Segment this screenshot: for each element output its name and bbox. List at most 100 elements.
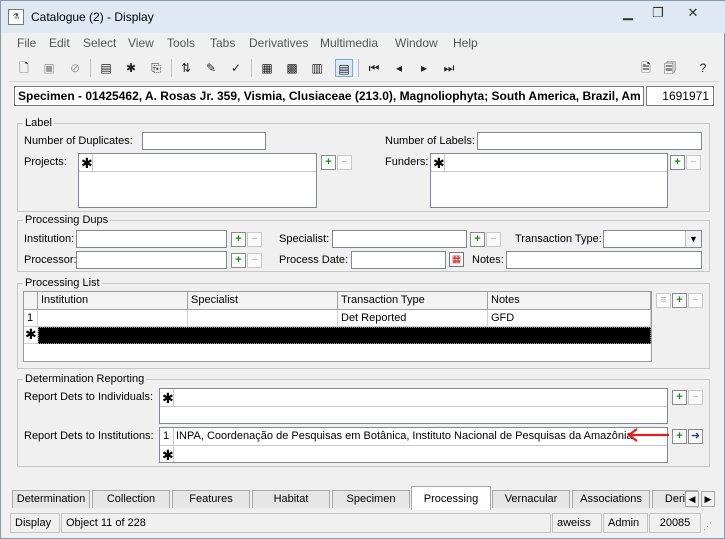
- calendar-icon[interactable]: ▦: [449, 252, 464, 267]
- processor-input[interactable]: [76, 251, 227, 269]
- resize-grip-icon[interactable]: ⋰: [703, 521, 715, 533]
- specialist-add-icon[interactable]: +: [470, 232, 485, 247]
- tab-collection[interactable]: Collection: [92, 490, 170, 508]
- sort-icon[interactable]: ⇅: [177, 59, 195, 77]
- funders-new-row-icon: ✱: [433, 155, 445, 171]
- institutions-new-row-icon: ✱: [162, 447, 174, 463]
- menu-derivatives[interactable]: Derivatives: [249, 36, 308, 50]
- menu-help[interactable]: Help: [453, 36, 478, 50]
- table-row-new-selected[interactable]: [38, 327, 651, 344]
- institutions-add-icon[interactable]: +: [672, 429, 687, 444]
- toolbar: 🗋 ▣ ⊘ ▤ ✱ ⎘ ⇅ ✎ ✓ ▦ ▩ ▥ ▤ ⏮ ◂ ▸ ⏭ 🗎 🗐 ?: [9, 54, 718, 82]
- tab-scroll-left-icon[interactable]: ◀: [685, 491, 699, 507]
- cancel-icon[interactable]: ⊘: [66, 59, 84, 77]
- column-header-specialist[interactable]: Specialist: [188, 292, 338, 310]
- tab-scroll-right-icon[interactable]: ▶: [701, 491, 715, 507]
- institution-remove-icon[interactable]: −: [247, 232, 262, 247]
- menu-tools[interactable]: Tools: [167, 36, 195, 50]
- list-filter-icon[interactable]: ≡: [656, 293, 671, 308]
- projects-label: Projects:: [24, 156, 67, 168]
- tab-associations[interactable]: Associations: [572, 490, 650, 508]
- copy-record-icon[interactable]: ⎘: [147, 59, 165, 77]
- minimize-icon[interactable]: ▁: [615, 5, 641, 23]
- specialist-input[interactable]: [332, 230, 467, 248]
- projects-add-icon[interactable]: +: [321, 155, 336, 170]
- red-arrow-annotation: [627, 428, 669, 442]
- funders-list[interactable]: [430, 153, 668, 208]
- funders-add-icon[interactable]: +: [670, 155, 685, 170]
- help-pointer-icon[interactable]: ?: [694, 59, 712, 77]
- funders-remove-icon[interactable]: −: [686, 155, 701, 170]
- tab-vernacular[interactable]: Vernacular: [492, 490, 570, 508]
- form-view-icon[interactable]: ▦: [258, 59, 276, 77]
- spellcheck-icon[interactable]: ✓: [227, 59, 245, 77]
- individuals-add-icon[interactable]: +: [672, 390, 687, 405]
- attach-icon[interactable]: 🗎: [637, 59, 655, 77]
- menu-window[interactable]: Window: [395, 36, 438, 50]
- tab-habitat[interactable]: Habitat: [252, 490, 330, 508]
- labels-count-input[interactable]: [477, 132, 702, 150]
- restore-icon[interactable]: ❐: [645, 5, 671, 23]
- duplicates-input[interactable]: [142, 132, 266, 150]
- institution-input[interactable]: [76, 230, 227, 248]
- record-icon[interactable]: ▤: [97, 59, 115, 77]
- menu-tabs[interactable]: Tabs: [210, 36, 235, 50]
- column-header-institution[interactable]: Institution: [38, 292, 188, 310]
- tab-determination[interactable]: Determination: [12, 490, 90, 508]
- next-record-icon[interactable]: ▸: [415, 59, 433, 77]
- table-cell-notes[interactable]: GFD: [488, 310, 651, 327]
- institutions-goto-icon[interactable]: ➜: [688, 429, 703, 444]
- individuals-remove-icon[interactable]: −: [688, 390, 703, 405]
- determination-reporting-legend: Determination Reporting: [23, 373, 147, 385]
- list-add-icon[interactable]: +: [672, 293, 687, 308]
- previous-record-icon[interactable]: ◂: [390, 59, 408, 77]
- transaction-type-select[interactable]: ▼: [603, 230, 702, 248]
- app-icon: ⚗: [8, 9, 24, 25]
- grid-view-icon[interactable]: ▩: [283, 59, 301, 77]
- menu-select[interactable]: Select: [83, 36, 116, 50]
- funders-label: Funders:: [385, 156, 429, 168]
- processor-remove-icon[interactable]: −: [247, 253, 262, 268]
- row-number: 1: [24, 310, 38, 327]
- projects-remove-icon[interactable]: −: [337, 155, 352, 170]
- tab-specimen[interactable]: Specimen: [332, 490, 410, 508]
- table-cell-specialist[interactable]: [188, 310, 338, 327]
- table-cell-transaction-type[interactable]: Det Reported: [338, 310, 488, 327]
- new-document-icon[interactable]: 🗋: [15, 59, 33, 77]
- new-row-icon: ✱: [24, 326, 38, 344]
- menu-view[interactable]: View: [128, 36, 154, 50]
- processing-dups-legend: Processing Dups: [23, 214, 111, 226]
- delete-record-icon[interactable]: ✱: [122, 59, 140, 77]
- menu-multimedia[interactable]: Multimedia: [320, 36, 378, 50]
- processor-add-icon[interactable]: +: [231, 253, 246, 268]
- menu-file[interactable]: File: [17, 36, 36, 50]
- status-mode: Display: [10, 513, 60, 533]
- report-individuals-list[interactable]: [159, 388, 668, 424]
- list-remove-icon[interactable]: −: [688, 293, 703, 308]
- specialist-remove-icon[interactable]: −: [486, 232, 501, 247]
- projects-list[interactable]: [78, 153, 317, 208]
- institution-add-icon[interactable]: +: [231, 232, 246, 247]
- first-record-icon[interactable]: ⏮: [365, 59, 383, 77]
- edit-icon[interactable]: ✎: [202, 59, 220, 77]
- institution-label: Institution:: [24, 233, 75, 245]
- last-record-icon[interactable]: ⏭: [440, 59, 458, 77]
- institution-row-value[interactable]: INPA, Coordenação de Pesquisas em Botâni…: [176, 430, 633, 442]
- report-individuals-label: Report Dets to Individuals:: [24, 391, 154, 403]
- processor-label: Processor:: [24, 254, 77, 266]
- multimedia-icon[interactable]: 🗐: [661, 59, 679, 77]
- detail-view-icon[interactable]: ▥: [308, 59, 326, 77]
- menu-edit[interactable]: Edit: [49, 36, 70, 50]
- tab-processing[interactable]: Processing: [411, 486, 491, 510]
- column-header-transaction-type[interactable]: Transaction Type: [338, 292, 488, 310]
- display-view-icon[interactable]: ▤: [335, 59, 353, 77]
- save-icon[interactable]: ▣: [40, 59, 58, 77]
- notes-input[interactable]: [506, 251, 702, 269]
- tab-features[interactable]: Features: [172, 490, 250, 508]
- chevron-down-icon[interactable]: ▼: [685, 231, 701, 247]
- status-code: 20085: [649, 513, 701, 533]
- close-icon[interactable]: ✕: [680, 5, 706, 23]
- column-header-notes[interactable]: Notes: [488, 292, 651, 310]
- process-date-input[interactable]: [351, 251, 446, 269]
- table-cell-institution[interactable]: [38, 310, 188, 327]
